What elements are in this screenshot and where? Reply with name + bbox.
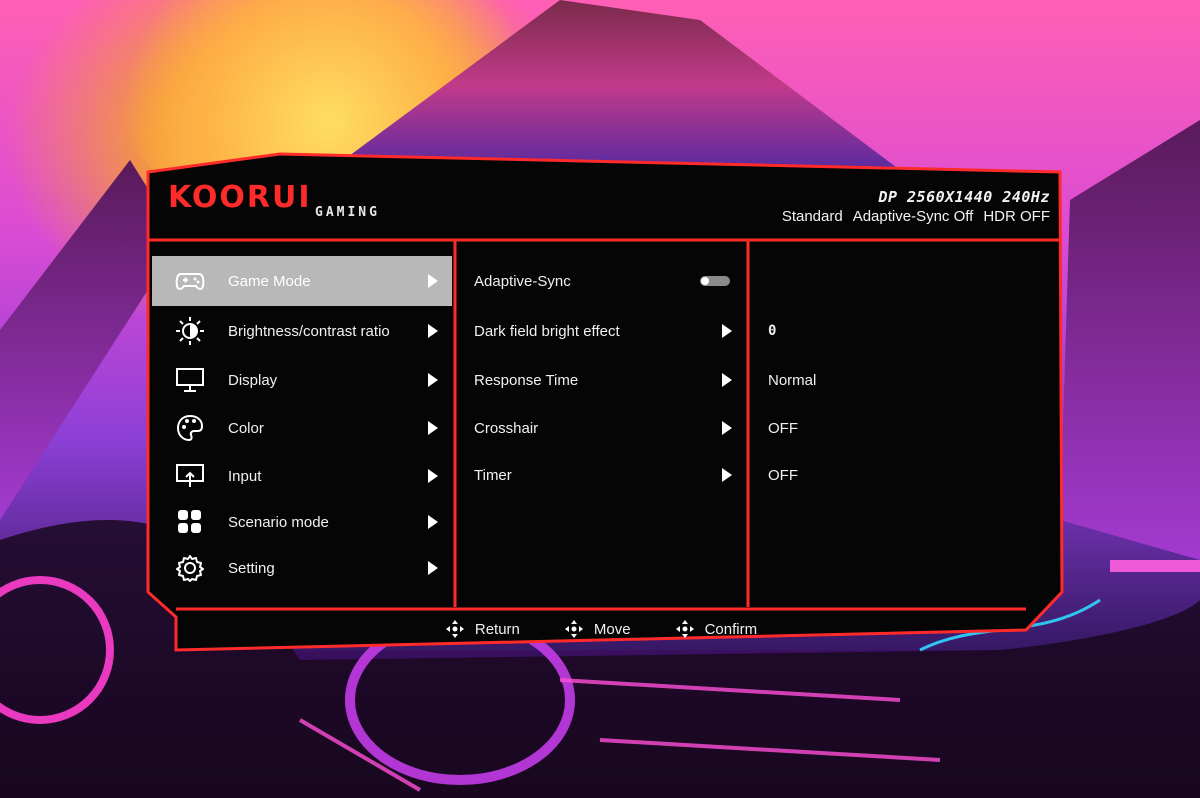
signal-resolution: DP 2560X1440 240Hz [878,188,1050,206]
chevron-right-icon [428,421,438,435]
sub-item-label: Response Time [474,371,579,389]
signal-status: Standard Adaptive-Sync Off HDR OFF [772,208,1050,225]
adaptive-sync-toggle[interactable] [700,276,730,286]
palette-icon [170,413,210,443]
dark-field-value: 0 [768,323,777,339]
sub-item-crosshair[interactable]: Crosshair [458,405,746,451]
dpad-move-icon [564,620,583,638]
dpad-return-icon [445,620,464,638]
grid-icon [170,507,210,537]
value-column: 0 Normal OFF OFF [750,242,1050,607]
chevron-right-icon [428,561,438,575]
menu-item-game-mode[interactable]: Game Mode [152,256,452,306]
chevron-right-icon [428,469,438,483]
signal-info: DP 2560X1440 240Hz Standard Adaptive-Sync… [772,188,1050,225]
chevron-right-icon [722,324,732,338]
adaptive-sync-status: Adaptive-Sync Off [852,208,974,225]
return-hint: Return [445,619,520,639]
sub-item-label: Crosshair [474,419,539,437]
chevron-right-icon [428,274,438,288]
return-label: Return [474,620,520,638]
gamepad-icon [170,266,210,296]
brand-subtitle: GAMING [315,205,380,220]
chevron-right-icon [428,324,438,338]
chevron-right-icon [722,373,732,387]
right-mountain-shape [1060,120,1200,560]
sub-item-label: Adaptive-Sync [474,272,571,290]
chevron-right-icon [428,373,438,387]
osd-footer: Return Move Confirm [176,614,1026,644]
monitor-icon [170,365,210,395]
input-icon [170,461,210,491]
sub-item-dark-field[interactable]: Dark field bright effect [458,308,746,354]
menu-item-input[interactable]: Input [152,451,452,501]
brightness-icon [170,316,210,346]
menu-item-label: Input [228,467,262,485]
main-menu: Game Mode Brightness/contrast ratio Disp… [152,242,454,607]
menu-item-label: Brightness/contrast ratio [228,322,390,340]
confirm-hint: Confirm [675,619,758,639]
sub-item-adaptive-sync[interactable]: Adaptive-Sync [458,258,746,304]
menu-item-setting[interactable]: Setting [152,543,452,593]
menu-item-label: Setting [228,559,275,577]
move-label: Move [593,620,631,638]
chevron-right-icon [428,515,438,529]
timer-value: OFF [768,466,798,484]
move-hint: Move [564,619,631,639]
sub-item-response-time[interactable]: Response Time [458,357,746,403]
sub-menu: Adaptive-Sync Dark field bright effect R… [458,242,746,607]
response-time-value: Normal [768,371,817,389]
menu-item-label: Display [228,371,278,389]
confirm-label: Confirm [704,620,758,638]
menu-item-scenario[interactable]: Scenario mode [152,497,452,547]
brand-logo: KOORUI [168,180,312,215]
crosshair-value: OFF [768,419,798,437]
sub-item-label: Dark field bright effect [474,322,620,340]
menu-item-label: Color [228,419,264,437]
preset-status: Standard [781,208,843,225]
gear-icon [170,553,210,583]
sub-item-label: Timer [474,466,512,484]
hdr-status: HDR OFF [983,208,1050,225]
osd-menu: KOORUI GAMING DP 2560X1440 240Hz Standar… [140,152,1070,654]
chevron-right-icon [722,421,732,435]
mountain-shape [330,0,900,170]
dpad-confirm-icon [675,620,694,638]
menu-item-display[interactable]: Display [152,355,452,405]
chevron-right-icon [722,468,732,482]
menu-item-color[interactable]: Color [152,403,452,453]
tail-light-shape [1110,560,1200,572]
menu-item-brightness[interactable]: Brightness/contrast ratio [152,306,452,356]
sub-item-timer[interactable]: Timer [458,452,746,498]
menu-item-label: Scenario mode [228,513,329,531]
menu-item-label: Game Mode [228,272,311,290]
